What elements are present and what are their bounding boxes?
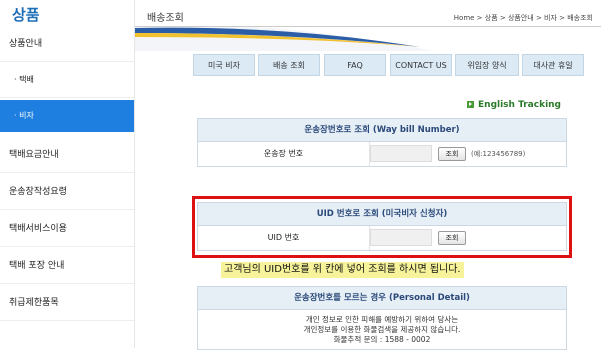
personal-detail-title: 운송장번호를 모르는 경우 (Personal Detail) [198, 287, 566, 309]
waybill-number-input[interactable] [370, 145, 432, 162]
personal-detail-line-3: 화물추적 문의 : 1588 - 0002 [333, 335, 431, 344]
breadcrumb: Home > 상품 > 상품안내 > 비자 > 배송조회 [453, 14, 593, 22]
waybill-number-hint: (예:123456789) [471, 150, 526, 158]
arrow-right-icon [467, 101, 475, 108]
sidebar-item-service-usage[interactable]: 택배서비스이용 [0, 211, 134, 247]
waybill-search-title: 운송장번호로 조회 (Way bill Number) [198, 119, 566, 142]
sidebar-item-visa[interactable]: · 비자 [0, 100, 134, 132]
tab-power-of-attorney[interactable]: 위임장 양식 [455, 54, 519, 76]
english-tracking-link[interactable]: English Tracking [467, 100, 561, 110]
uid-notice: 고객님의 UID번호를 위 칸에 넣어 조회를 하시면 됩니다. [221, 262, 464, 278]
english-tracking-label: English Tracking [478, 100, 561, 110]
tab-embassy-holidays[interactable]: 대사관 휴일 [522, 54, 584, 76]
sidebar-item-restricted[interactable]: 취급제한품목 [0, 285, 134, 321]
waybill-search-panel: 운송장번호로 조회 (Way bill Number) 운송장 번호 조회 (예… [197, 118, 567, 167]
sidebar-item-packaging[interactable]: 택배 포장 안내 [0, 248, 134, 284]
waybill-search-button[interactable]: 조회 [438, 147, 466, 161]
sidebar-item-waybill-guide[interactable]: 운송장작성요령 [0, 174, 134, 210]
sidebar-item-rates[interactable]: 택배요금안내 [0, 137, 134, 173]
personal-detail-panel: 운송장번호를 모르는 경우 (Personal Detail) 개인 정보로 인… [197, 286, 567, 350]
personal-detail-body: 개인 정보로 인한 피해를 예방하기 위하여 당사는 개인정보를 이용한 화물검… [198, 309, 566, 349]
sidebar-title: 상품 [12, 6, 40, 24]
sidebar-item-parcel[interactable]: · 택배 [0, 62, 134, 98]
uid-highlight-frame [192, 196, 572, 258]
waybill-search-row: 운송장 번호 조회 (예:123456789) [198, 142, 566, 166]
tab-us-visa[interactable]: 미국 비자 [193, 54, 255, 76]
tab-tracking[interactable]: 배송 조회 [258, 54, 320, 76]
sidebar: 상품 상품안내 · 택배 · 비자 택배요금안내 운송장작성요령 택배서비스이용… [0, 0, 135, 348]
sidebar-item-product-info[interactable]: 상품안내 [0, 26, 134, 62]
main-content: 배송조회 Home > 상품 > 상품안내 > 비자 > 배송조회 미국 비자 … [135, 0, 601, 350]
waybill-number-label: 운송장 번호 [198, 142, 370, 166]
header-swoosh-decoration [135, 27, 435, 51]
personal-detail-line-2: 개인정보를 이용한 화물검색을 제공하지 않습니다. [303, 325, 461, 334]
tab-faq[interactable]: FAQ [324, 54, 386, 76]
personal-detail-line-1: 개인 정보로 인한 피해를 예방하기 위하여 당사는 [305, 315, 459, 324]
page-title: 배송조회 [147, 13, 184, 24]
tab-contact-us[interactable]: CONTACT US [390, 54, 452, 76]
